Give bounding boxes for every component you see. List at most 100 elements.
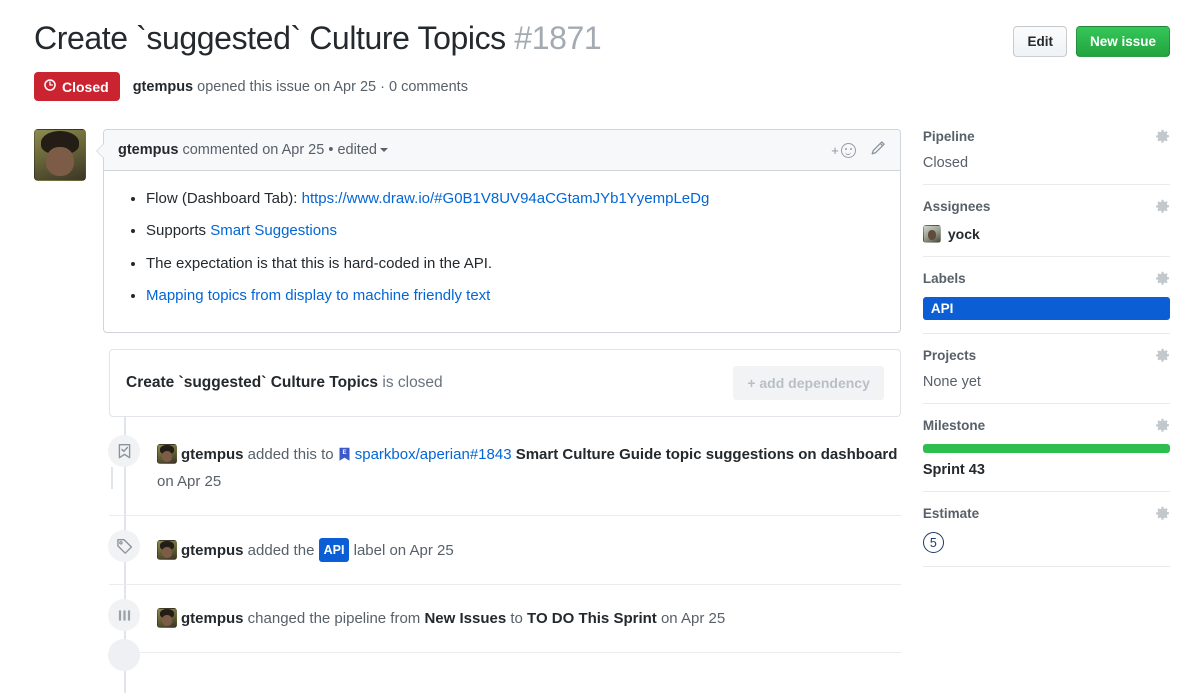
comment-wrapper: gtempus commented on Apr 25 • edited + •… bbox=[34, 129, 901, 333]
sidebar-label-api[interactable]: API bbox=[922, 297, 1170, 320]
avatar bbox=[922, 225, 941, 243]
pipeline-to: TO DO This Sprint bbox=[527, 610, 657, 627]
sidebar-estimate-title: Estimate bbox=[922, 506, 980, 521]
avatar[interactable] bbox=[157, 608, 177, 628]
issue-author[interactable]: gtempus bbox=[133, 79, 193, 95]
comment-meta: commented on Apr 25 • bbox=[178, 142, 338, 158]
sidebar-projects-header: Projects bbox=[923, 348, 1170, 363]
gear-icon[interactable] bbox=[1155, 348, 1170, 363]
issue-closed-icon bbox=[43, 78, 57, 95]
issue-number: #1871 bbox=[514, 20, 602, 56]
comment-body: Flow (Dashboard Tab): https://www.draw.i… bbox=[104, 171, 900, 332]
timeline-item: gtempus added this to Esparkbox/aperian#… bbox=[108, 421, 901, 516]
timeline-suffix: label on Apr 25 bbox=[349, 542, 454, 559]
sidebar-projects-value: None yet bbox=[922, 374, 981, 390]
sidebar-section-milestone: Milestone Sprint 43 bbox=[922, 418, 1170, 492]
timeline: gtempus added this to Esparkbox/aperian#… bbox=[108, 417, 901, 693]
sidebar-projects-title: Projects bbox=[922, 348, 977, 363]
issue-meta-text: gtempus opened this issue on Apr 25 · 0 … bbox=[133, 79, 468, 95]
smiley-icon bbox=[840, 142, 856, 158]
timeline-author[interactable]: gtempus bbox=[181, 610, 244, 627]
dependency-status: is closed bbox=[378, 374, 443, 391]
sidebar-labels-header: Labels bbox=[923, 271, 1170, 286]
sidebar-section-pipeline: Pipeline Closed bbox=[922, 129, 1170, 185]
list-item: The expectation is that this is hard-cod… bbox=[146, 252, 884, 275]
gear-icon[interactable] bbox=[1155, 129, 1170, 144]
gear-icon[interactable] bbox=[1155, 506, 1170, 521]
sidebar-assignees-title: Assignees bbox=[922, 199, 991, 214]
issue-page: Create `suggested` Culture Topics #1871 … bbox=[0, 0, 1200, 693]
list-item: Flow (Dashboard Tab): https://www.draw.i… bbox=[146, 187, 884, 210]
list-item: Mapping topics from display to machine f… bbox=[146, 284, 884, 307]
dependency-title: Create `suggested` Culture Topics bbox=[126, 374, 379, 391]
issue-content: gtempus commented on Apr 25 • edited + •… bbox=[0, 101, 1200, 693]
plus-icon: + bbox=[831, 142, 839, 158]
timeline-author[interactable]: gtempus bbox=[181, 542, 244, 559]
sidebar-pipeline-value: Closed bbox=[922, 155, 969, 171]
gear-icon[interactable] bbox=[1155, 199, 1170, 214]
epic-link[interactable]: sparkbox/aperian#1843 bbox=[355, 446, 512, 463]
sidebar-section-labels: Labels API bbox=[922, 271, 1170, 334]
epic-bookmark-icon: E bbox=[338, 446, 351, 470]
title-row: Create `suggested` Culture Topics #1871 … bbox=[34, 18, 1170, 58]
mapping-topics-link[interactable]: Mapping topics from display to machine f… bbox=[146, 287, 490, 304]
bullet-2-prefix: Supports bbox=[146, 222, 211, 240]
edited-dropdown[interactable]: edited bbox=[337, 142, 377, 158]
sidebar-pipeline-header: Pipeline bbox=[923, 129, 1170, 144]
columns-icon bbox=[108, 599, 140, 631]
page-title: Create `suggested` Culture Topics #1871 bbox=[34, 18, 602, 58]
edit-button[interactable]: Edit bbox=[1013, 26, 1067, 57]
left-column: gtempus commented on Apr 25 • edited + •… bbox=[34, 129, 901, 693]
issue-title-text: Create `suggested` Culture Topics bbox=[34, 20, 506, 56]
svg-text:E: E bbox=[342, 450, 346, 456]
chevron-down-icon[interactable] bbox=[379, 148, 388, 153]
epic-title: Smart Culture Guide topic suggestions on… bbox=[515, 446, 898, 463]
issue-header: Create `suggested` Culture Topics #1871 … bbox=[0, 0, 1200, 101]
comment-header: gtempus commented on Apr 25 • edited + bbox=[104, 130, 900, 171]
add-dependency-button[interactable]: + add dependency bbox=[733, 366, 884, 400]
timeline-action: added the bbox=[243, 542, 319, 559]
avatar[interactable] bbox=[157, 540, 177, 560]
timeline-item-partial bbox=[108, 639, 140, 671]
tag-icon bbox=[108, 530, 140, 562]
avatar[interactable] bbox=[34, 129, 86, 181]
timeline-item: gtempus added the API label on Apr 25 bbox=[108, 516, 901, 585]
sidebar-milestone-value[interactable]: Sprint 43 bbox=[923, 462, 1170, 478]
gear-icon[interactable] bbox=[1155, 271, 1170, 286]
timeline-action: added this to bbox=[243, 446, 338, 463]
estimate-badge: 5 bbox=[922, 532, 944, 553]
smart-suggestions-link[interactable]: Smart Suggestions bbox=[210, 222, 337, 239]
issue-meta-rest: opened this issue on Apr 25 · 0 comments bbox=[193, 78, 468, 95]
sidebar-estimate-header: Estimate bbox=[923, 506, 1170, 521]
gear-icon[interactable] bbox=[1155, 418, 1170, 433]
comment-bullet-list: Flow (Dashboard Tab): https://www.draw.i… bbox=[120, 187, 884, 307]
sidebar-milestone-title: Milestone bbox=[922, 418, 986, 433]
comment-header-actions: + bbox=[831, 140, 886, 160]
sidebar-assignees-header: Assignees bbox=[923, 199, 1170, 214]
comment-box: gtempus commented on Apr 25 • edited + •… bbox=[96, 129, 901, 333]
issue-meta-row: Closed gtempus opened this issue on Apr … bbox=[34, 72, 1170, 101]
sidebar-section-estimate: Estimate 5 bbox=[922, 506, 1170, 567]
sidebar-section-projects: Projects None yet bbox=[922, 348, 1170, 404]
list-item: Supports Smart Suggestions bbox=[146, 219, 884, 242]
dependency-text: Create `suggested` Culture Topics is clo… bbox=[126, 374, 443, 392]
assignee-row[interactable]: yock bbox=[922, 225, 1170, 243]
timeline-item-text: gtempus changed the pipeline from New Is… bbox=[157, 607, 725, 631]
new-issue-button[interactable]: New issue bbox=[1075, 26, 1170, 57]
drawio-link[interactable]: https://www.draw.io/#G0B1V8UV94aCGtamJYb… bbox=[302, 190, 710, 207]
label-chip[interactable]: API bbox=[318, 538, 350, 562]
timeline-author[interactable]: gtempus bbox=[181, 446, 244, 463]
timeline-suffix: on Apr 25 bbox=[656, 610, 726, 627]
sidebar: Pipeline Closed Assignees yock Labels AP… bbox=[922, 129, 1170, 653]
comment-author[interactable]: gtempus bbox=[118, 142, 178, 158]
avatar[interactable] bbox=[157, 444, 177, 464]
sidebar-section-assignees: Assignees yock bbox=[922, 199, 1170, 257]
timeline-middle: to bbox=[506, 610, 528, 627]
edit-pencil-icon[interactable] bbox=[870, 140, 886, 160]
timeline-item-text: gtempus added the API label on Apr 25 bbox=[157, 538, 454, 563]
add-reaction-button[interactable]: + bbox=[831, 142, 856, 158]
timeline-item-text: gtempus added this to Esparkbox/aperian#… bbox=[157, 443, 901, 494]
timeline-suffix: on Apr 25 bbox=[157, 473, 222, 490]
milestone-progress-bar bbox=[922, 444, 1170, 453]
comment-header-text: gtempus commented on Apr 25 • edited bbox=[118, 142, 388, 158]
